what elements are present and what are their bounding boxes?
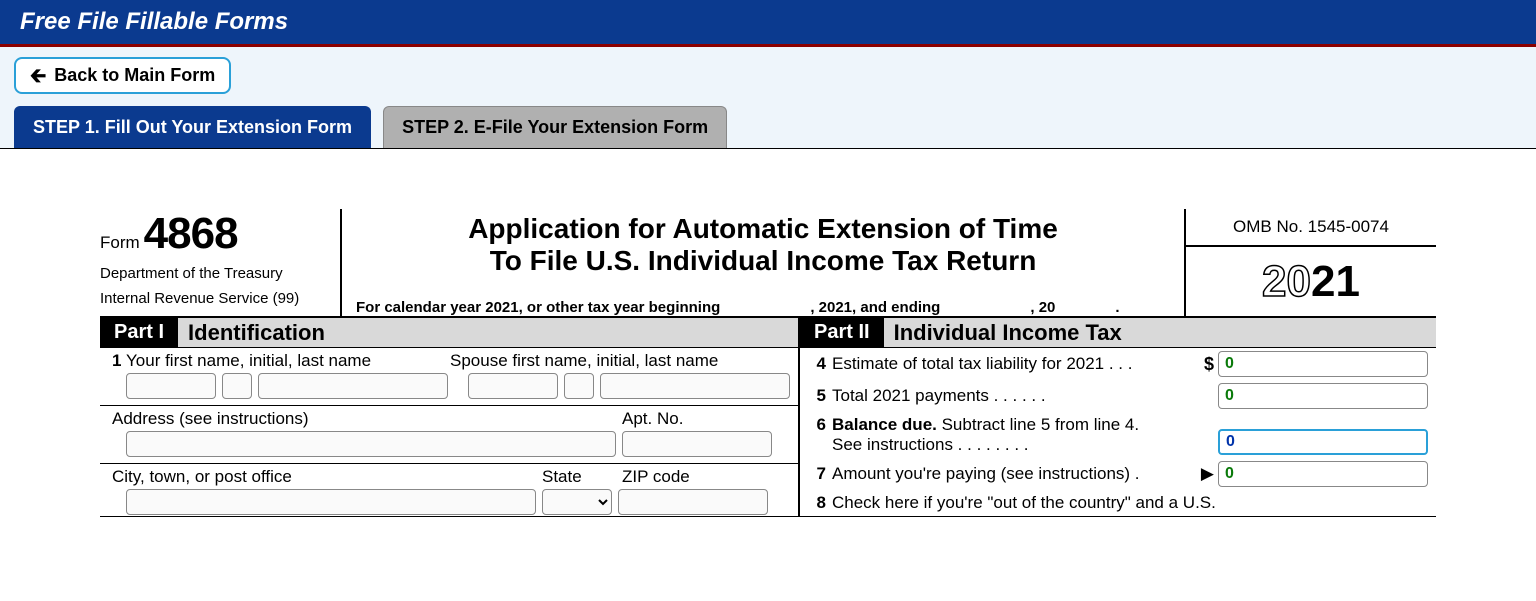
initial-input[interactable] bbox=[222, 373, 252, 399]
line-5-input[interactable] bbox=[1218, 383, 1428, 409]
spouse-initial-input[interactable] bbox=[564, 373, 594, 399]
line-4-label: Estimate of total tax liability for 2021… bbox=[832, 354, 1198, 374]
line-1-spouse-label: Spouse first name, initial, last name bbox=[450, 351, 718, 370]
part-1-title: Identification bbox=[178, 320, 325, 346]
line-5-label: Total 2021 payments . . . . . . bbox=[832, 386, 1198, 406]
subheader: 🡰 Back to Main Form STEP 1. Fill Out You… bbox=[0, 47, 1536, 149]
triangle-right-icon: ▶ bbox=[1201, 464, 1214, 484]
part-1-badge: Part I bbox=[100, 318, 178, 347]
line-4-input[interactable] bbox=[1218, 351, 1428, 377]
line-7-input[interactable] bbox=[1218, 461, 1428, 487]
part-1-header: Part I Identification bbox=[100, 318, 798, 348]
calendar-year-line: For calendar year 2021, or other tax yea… bbox=[356, 299, 1170, 316]
line-8-label: Check here if you're "out of the country… bbox=[832, 493, 1428, 513]
address-label: Address (see instructions) bbox=[112, 409, 309, 428]
form-container: Form 4868 Department of the Treasury Int… bbox=[0, 149, 1536, 517]
state-label: State bbox=[542, 467, 582, 486]
line-6-label: Balance due. Subtract line 5 from line 4… bbox=[832, 415, 1198, 455]
tab-step-2[interactable]: STEP 2. E-File Your Extension Form bbox=[383, 106, 727, 148]
city-input[interactable] bbox=[126, 489, 536, 515]
line-6-input[interactable] bbox=[1218, 429, 1428, 455]
line-7-label: Amount you're paying (see instructions) … bbox=[832, 464, 1201, 484]
spouse-last-name-input[interactable] bbox=[600, 373, 790, 399]
step-tabs: STEP 1. Fill Out Your Extension Form STE… bbox=[14, 106, 1522, 148]
zip-input[interactable] bbox=[618, 489, 768, 515]
form-header: Form 4868 Department of the Treasury Int… bbox=[100, 209, 1436, 318]
last-name-input[interactable] bbox=[258, 373, 448, 399]
address-input[interactable] bbox=[126, 431, 616, 457]
spouse-first-name-input[interactable] bbox=[468, 373, 558, 399]
part-2-badge: Part II bbox=[800, 318, 884, 347]
state-select[interactable] bbox=[542, 489, 612, 515]
part-2-title: Individual Income Tax bbox=[884, 320, 1122, 346]
app-header: Free File Fillable Forms bbox=[0, 0, 1536, 47]
first-name-input[interactable] bbox=[126, 373, 216, 399]
line-1-self-label: Your first name, initial, last name bbox=[126, 351, 371, 370]
form-title-line-2: To File U.S. Individual Income Tax Retur… bbox=[356, 245, 1170, 277]
zip-label: ZIP code bbox=[622, 467, 690, 486]
city-label: City, town, or post office bbox=[112, 467, 292, 486]
apt-input[interactable] bbox=[622, 431, 772, 457]
part-2-column: Part II Individual Income Tax 4 Estimate… bbox=[800, 318, 1436, 517]
part-2-header: Part II Individual Income Tax bbox=[800, 318, 1436, 348]
form-title-line-1: Application for Automatic Extension of T… bbox=[356, 213, 1170, 245]
omb-number: OMB No. 1545-0074 bbox=[1186, 209, 1436, 247]
dept-line-2: Internal Revenue Service (99) bbox=[100, 290, 326, 309]
tax-year: 2021 bbox=[1186, 247, 1436, 316]
form-label: Form bbox=[100, 233, 140, 253]
arrow-left-icon: 🡰 bbox=[30, 66, 46, 86]
tab-step-1[interactable]: STEP 1. Fill Out Your Extension Form bbox=[14, 106, 371, 148]
dept-line-1: Department of the Treasury bbox=[100, 265, 326, 284]
back-label: Back to Main Form bbox=[54, 65, 215, 86]
part-1-column: Part I Identification 1Your first name, … bbox=[100, 318, 800, 517]
dollar-sign: $ bbox=[1198, 354, 1218, 375]
apt-label: Apt. No. bbox=[622, 409, 683, 428]
form-number: 4868 bbox=[144, 209, 238, 259]
app-title: Free File Fillable Forms bbox=[20, 8, 288, 35]
back-to-main-button[interactable]: 🡰 Back to Main Form bbox=[14, 57, 231, 94]
